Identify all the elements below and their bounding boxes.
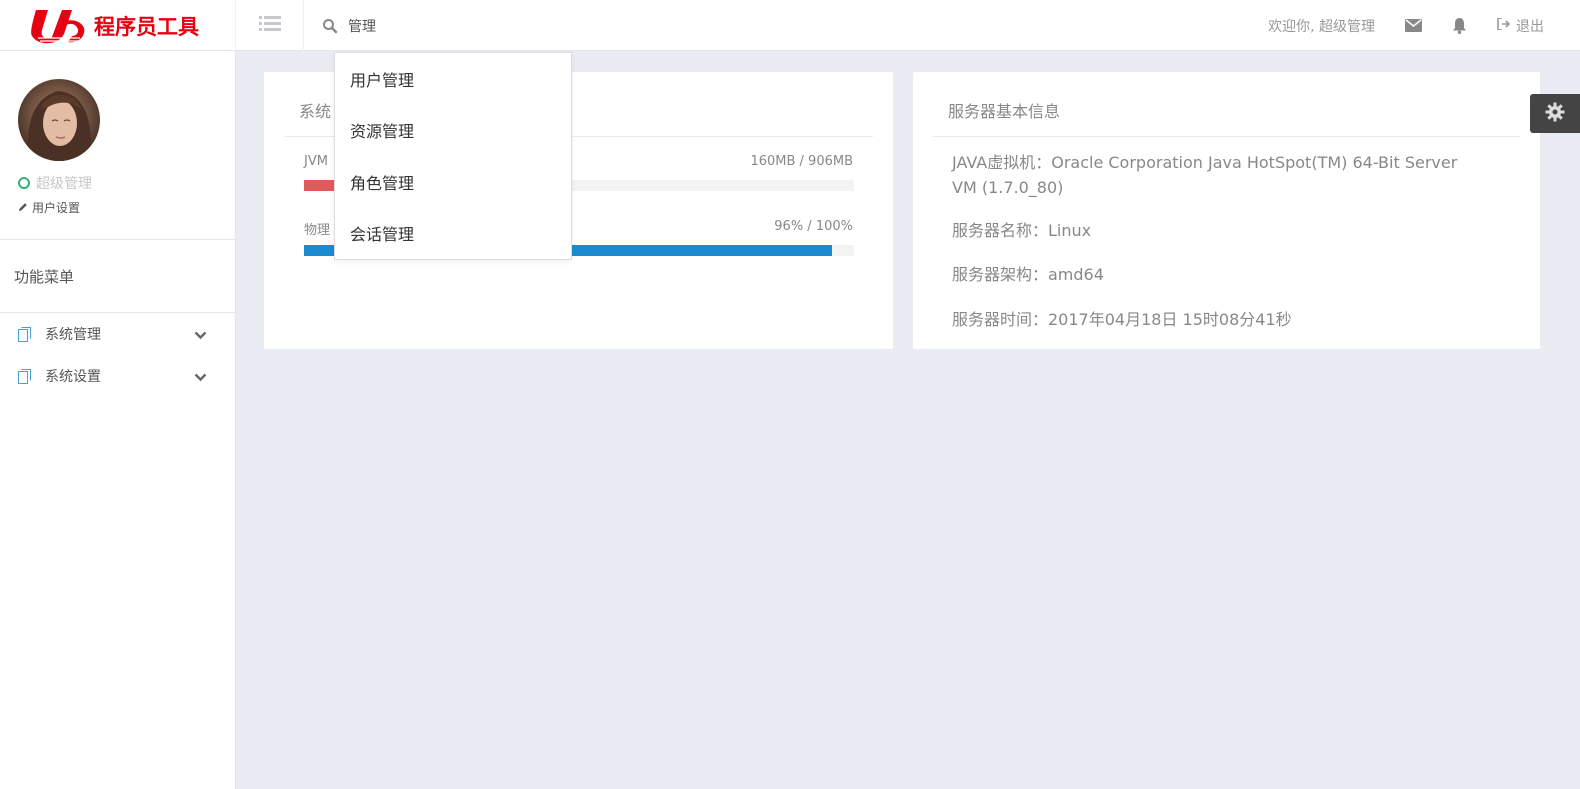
jvm-bar-value: 160MB / 906MB [750, 154, 853, 169]
logo-mark-icon: 程序员工具 [30, 9, 199, 43]
suggestion-user-management[interactable]: 用户管理 [335, 53, 571, 105]
pencil-icon [18, 201, 28, 215]
search-bar [322, 0, 548, 51]
envelope-icon[interactable] [1405, 19, 1422, 32]
logout-button[interactable]: 退出 [1497, 16, 1544, 36]
top-header: 程序员工具 欢迎你, 超级管理 [0, 0, 1580, 51]
gear-icon [1545, 102, 1565, 126]
logo-text: 程序员工具 [94, 15, 199, 39]
sidebar-item-label: 系统设置 [45, 369, 101, 385]
avatar[interactable] [18, 79, 100, 161]
chevron-down-icon [194, 370, 207, 386]
suggestion-role-management[interactable]: 角色管理 [335, 156, 571, 208]
online-status-icon [18, 177, 30, 189]
search-icon [322, 18, 338, 34]
server-info-panel: 服务器基本信息 JAVA虚拟机：Oracle Corporation Java … [913, 72, 1540, 349]
user-status: 超级管理 [18, 173, 92, 193]
bell-icon[interactable] [1452, 17, 1467, 34]
server-time-info: 服务器时间：2017年04月18日 15时08分41秒 [952, 310, 1292, 329]
jvm-bar-label: JVM [304, 154, 328, 169]
settings-toggle-button[interactable] [1530, 94, 1580, 133]
list-icon [258, 15, 281, 37]
user-settings-link[interactable]: 用户设置 [18, 199, 80, 216]
logo[interactable]: 程序员工具 [0, 0, 236, 51]
user-profile: 超级管理 用户设置 [0, 51, 235, 240]
physical-bar-value: 96% / 100% [774, 219, 853, 234]
server-arch-info: 服务器架构：amd64 [952, 265, 1104, 284]
sidebar-item-label: 系统管理 [45, 327, 101, 343]
suggestion-resource-management[interactable]: 资源管理 [335, 105, 571, 157]
sidebar-item-system-management[interactable]: 系统管理 [0, 313, 235, 355]
user-role: 超级管理 [36, 176, 92, 192]
file-icon [18, 368, 31, 384]
logout-icon [1497, 16, 1511, 34]
logout-label: 退出 [1516, 18, 1544, 35]
menu-toggle-button[interactable] [236, 0, 304, 51]
search-input[interactable] [348, 17, 548, 34]
suggestion-session-management[interactable]: 会话管理 [335, 208, 571, 260]
header-actions: 欢迎你, 超级管理 退出 [1268, 0, 1544, 51]
server-name-info: 服务器名称：Linux [952, 221, 1092, 240]
sidebar: 超级管理 用户设置 功能菜单 系统管理 系统设置 [0, 51, 236, 789]
file-icon [18, 326, 31, 342]
menu-title: 功能菜单 [0, 240, 235, 313]
chevron-down-icon [194, 328, 207, 344]
sidebar-item-system-settings[interactable]: 系统设置 [0, 355, 235, 397]
search-suggestions-dropdown: 用户管理 资源管理 角色管理 会话管理 [334, 52, 572, 260]
physical-bar-label: 物理 [304, 223, 331, 238]
jvm-info: JAVA虚拟机：Oracle Corporation Java HotSpot(… [952, 153, 1458, 197]
divider [933, 136, 1520, 137]
panel-title: 服务器基本信息 [948, 102, 1061, 121]
panel-title: 系统 [299, 102, 332, 121]
user-settings-label: 用户设置 [32, 201, 81, 215]
welcome-text: 欢迎你, 超级管理 [1268, 18, 1375, 35]
